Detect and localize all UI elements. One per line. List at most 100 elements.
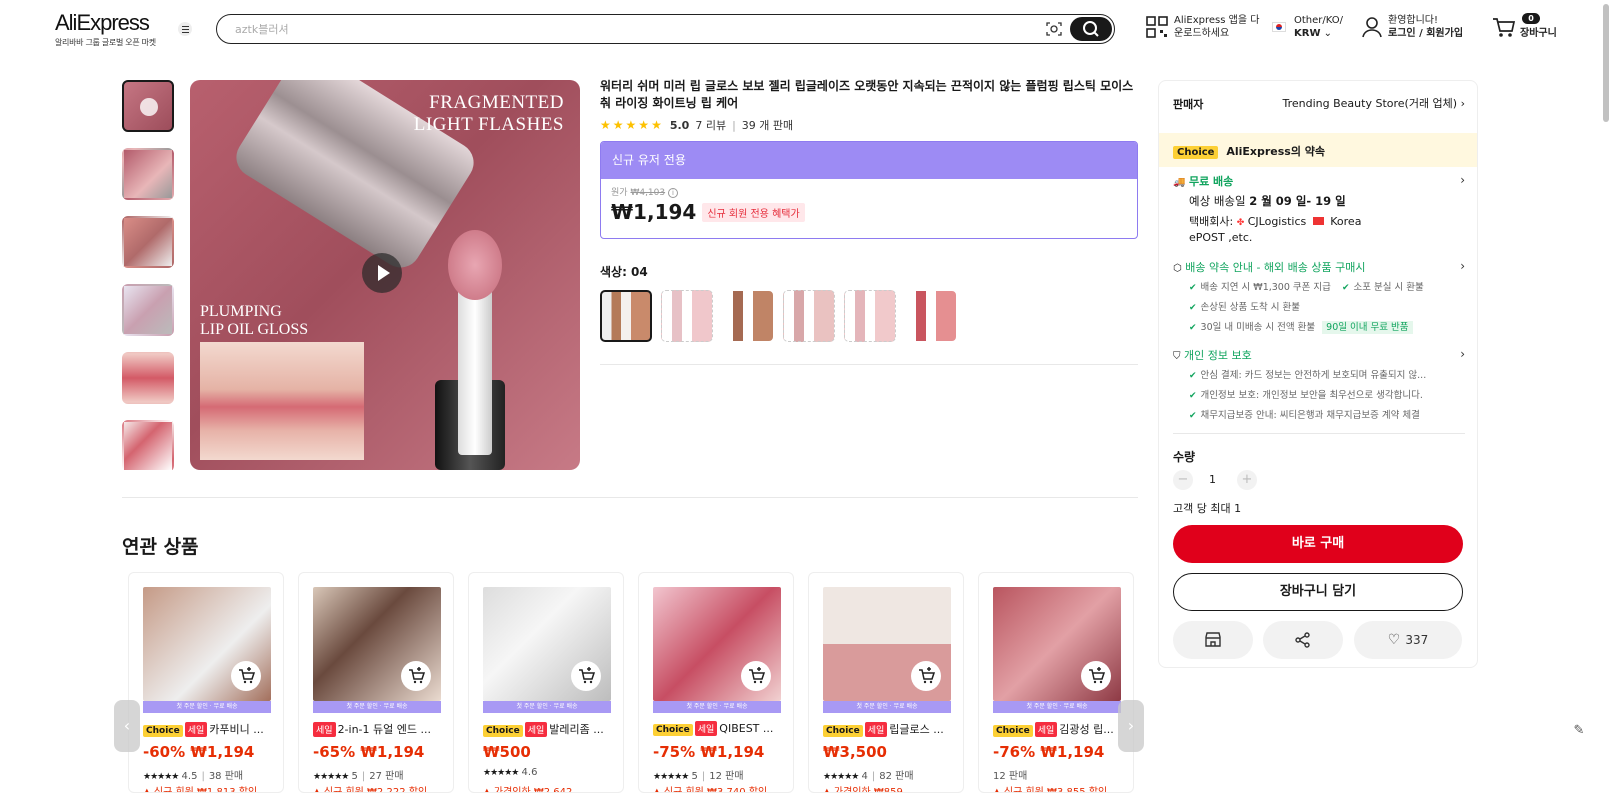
flame-icon: ▲ — [143, 787, 151, 793]
product-card-title[interactable]: Choice 세일 립글로스 ... — [823, 721, 955, 737]
edit-pencil-icon[interactable]: ✎ — [1568, 720, 1590, 742]
review-count-link[interactable]: 7 리뷰 — [695, 117, 726, 133]
add-to-cart-icon[interactable] — [1081, 661, 1111, 691]
product-card-image[interactable] — [993, 587, 1121, 701]
color-option[interactable] — [722, 290, 774, 342]
product-card-meta: ★★★★★ 5 | 12 판매 — [653, 771, 744, 782]
thumbnail-image[interactable] — [122, 420, 174, 470]
aliexpress-logo[interactable]: AliExpress 알리바바 그룹 글로벌 오픈 마켓 — [55, 10, 156, 48]
product-card[interactable]: 첫 주문 할인 · 무료 배송 세일 2-in-1 듀얼 엔드 ... -65% ₩1… — [298, 572, 454, 793]
product-name: 김광성 립... — [1059, 723, 1114, 736]
thumbnail-image[interactable] — [122, 284, 174, 336]
delivery-promise-row[interactable]: ⬡ 배송 약속 안내 - 해외 배송 상품 구매시 › — [1173, 259, 1465, 275]
product-card[interactable]: 첫 주문 할인 · 무료 배송 Choice 세일 김광성 립... -76% ₩1,1… — [978, 572, 1134, 793]
chevron-right-icon: › — [1460, 259, 1465, 273]
product-card-price-row: -76% ₩1,194 — [993, 743, 1104, 761]
info-icon[interactable]: i — [667, 188, 678, 198]
product-card-title[interactable]: 세일 2-in-1 듀얼 엔드 ... — [313, 721, 445, 737]
add-to-cart-icon[interactable] — [571, 661, 601, 691]
share-button[interactable] — [1263, 621, 1343, 659]
color-option[interactable] — [783, 290, 835, 342]
thumbnail-image[interactable] — [122, 148, 174, 200]
promise-item: ✔ 배송 지연 시 ₩1,300 쿠폰 지급 ✔ 소포 분실 시 환불 — [1189, 282, 1424, 293]
product-card-image[interactable] — [313, 587, 441, 701]
truck-icon: 🚚 — [1173, 177, 1186, 188]
main-product-image[interactable]: FRAGMENTED LIGHT FLASHES PLUMPING LIP OI… — [190, 80, 580, 470]
cj-logo-icon: ✤ — [1236, 218, 1245, 228]
free-shipping-row[interactable]: 🚚 무료 배송 › — [1173, 173, 1465, 189]
add-to-cart-icon[interactable] — [231, 661, 261, 691]
carousel-prev-button[interactable]: ‹ — [114, 700, 140, 752]
product-card-price-row: -65% ₩1,194 — [313, 743, 424, 761]
category-menu-icon[interactable] — [178, 22, 192, 36]
thumbnail-image[interactable] — [122, 216, 174, 268]
product-card-title[interactable]: Choice 세일 카푸비니 ... — [143, 721, 275, 737]
app-download-line2: 운로드하세요 — [1174, 28, 1230, 39]
first-order-band: 첫 주문 할인 · 무료 배송 — [993, 701, 1121, 713]
add-to-cart-button[interactable]: 장바구니 담기 — [1173, 573, 1463, 611]
store-button[interactable] — [1173, 621, 1253, 659]
privacy-row[interactable]: ⛉ 개인 정보 보호 › — [1173, 347, 1465, 363]
product-card[interactable]: 첫 주문 할인 · 무료 배송 Choice 세일 립글로스 ... ₩3,500 ★★★… — [808, 572, 964, 793]
logo-text: AliExpress — [55, 10, 150, 35]
search-icon — [1083, 21, 1099, 37]
carousel-next-button[interactable]: › — [1118, 700, 1144, 752]
quantity-increase-button[interactable]: + — [1237, 470, 1257, 490]
add-to-cart-icon[interactable] — [741, 661, 771, 691]
seller-link[interactable]: Trending Beauty Store(거래 업체) › — [1279, 95, 1466, 111]
product-card-image[interactable] — [143, 587, 271, 701]
color-swatches — [600, 290, 966, 342]
color-option[interactable] — [905, 290, 957, 342]
add-to-cart-icon[interactable] — [401, 661, 431, 691]
logo-subtitle: 알리바바 그룹 글로벌 오픈 마켓 — [55, 38, 156, 47]
wishlist-count: 337 — [1405, 633, 1429, 647]
product-card-title[interactable]: Choice 세일 김광성 립... — [993, 721, 1125, 737]
product-card-title[interactable]: Choice 세일 QIBEST ... — [653, 721, 785, 736]
color-option[interactable] — [600, 290, 652, 342]
product-card-price-row: -60% ₩1,194 — [143, 743, 254, 761]
wishlist-button[interactable]: ♡ 337 — [1354, 621, 1462, 659]
choice-badge: Choice — [143, 725, 183, 737]
sale-badge: 세일 — [524, 722, 548, 737]
product-card-image[interactable] — [483, 587, 611, 701]
quantity-limit: 고객 당 최대 1 — [1173, 502, 1242, 515]
product-card[interactable]: 첫 주문 할인 · 무료 배송 Choice 세일 카푸비니 ... -60% ₩1,1… — [128, 572, 284, 793]
promo-header: 신규 유저 전용 — [601, 142, 1137, 179]
quantity-label: 수량 — [1173, 450, 1196, 464]
image-search-icon[interactable] — [1046, 21, 1062, 37]
search-button[interactable] — [1070, 17, 1112, 41]
quantity-decrease-button[interactable]: − — [1173, 470, 1193, 490]
color-option[interactable] — [844, 290, 896, 342]
thumbnail-video[interactable] — [122, 80, 174, 132]
login-link[interactable]: 로그인 / 회원가입 — [1388, 28, 1463, 39]
original-price-label: 원가 — [611, 188, 628, 198]
first-order-band: 첫 주문 할인 · 무료 배송 — [823, 701, 951, 713]
product-card-meta: 12 판매 — [993, 767, 1027, 782]
add-to-cart-icon[interactable] — [911, 661, 941, 691]
page-scrollbar[interactable] — [1603, 4, 1609, 122]
product-rating: 5 — [691, 771, 698, 782]
color-option[interactable] — [661, 290, 713, 342]
purchase-panel: 판매자 Trending Beauty Store(거래 업체) › Choic… — [1158, 80, 1478, 668]
product-card-image[interactable] — [823, 587, 951, 701]
divider — [122, 497, 1138, 498]
product-card[interactable]: 첫 주문 할인 · 무료 배송 Choice 세일 QIBEST ... -75% ₩1… — [638, 572, 794, 793]
separator: | — [732, 118, 736, 132]
play-video-button[interactable] — [362, 253, 402, 293]
new-member-price-tag: 신규 회원 전용 혜택가 — [702, 202, 805, 222]
sale-badge: 세일 — [694, 721, 718, 736]
check-icon: ✔ — [1189, 283, 1197, 293]
thumbnail-image[interactable] — [122, 352, 174, 404]
quantity-value[interactable]: 1 — [1209, 473, 1216, 486]
lips-photo — [200, 342, 364, 460]
flame-icon: ▲ — [653, 787, 661, 793]
product-price: ₩1,194 — [700, 743, 765, 761]
product-sold: 27 판매 — [369, 771, 404, 782]
product-card-title[interactable]: Choice 세일 발레리좀 ... — [483, 721, 615, 737]
product-card-meta: ★★★★★ 4 | 82 판매 — [823, 771, 914, 782]
search-input[interactable] — [235, 20, 995, 38]
product-card[interactable]: 첫 주문 할인 · 무료 배송 Choice 세일 발레리좀 ... ₩500 ★★★★★… — [468, 572, 624, 793]
star-rating-icon: ★★★★★ — [823, 772, 859, 782]
product-card-image[interactable] — [653, 587, 781, 701]
buy-now-button[interactable]: 바로 구매 — [1173, 525, 1463, 563]
